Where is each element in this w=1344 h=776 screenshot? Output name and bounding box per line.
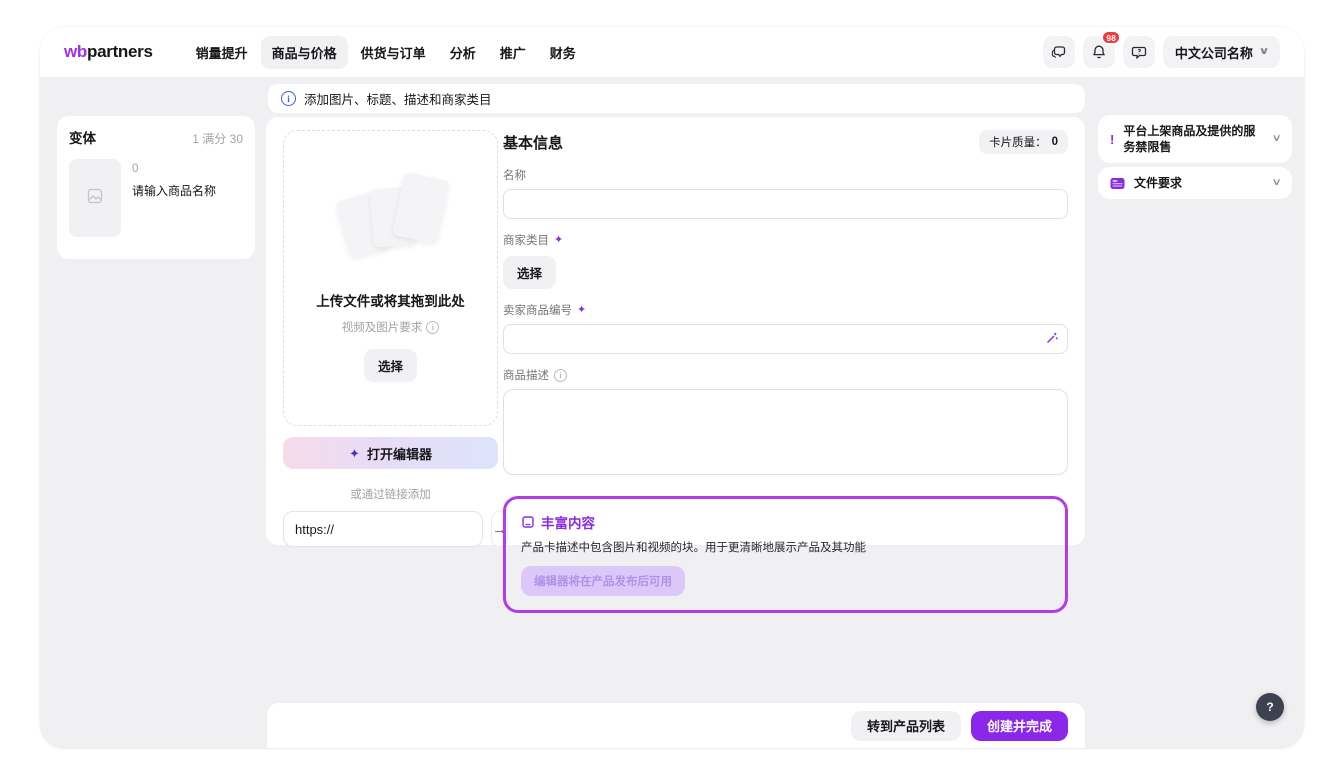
chats-button[interactable] xyxy=(1043,36,1075,68)
alert-icon: ! xyxy=(1110,132,1114,147)
form-header: 基本信息 卡片质量： 0 xyxy=(503,130,1068,154)
nav-item-sales-boost[interactable]: 销量提升 xyxy=(185,36,259,69)
category-field-label: 商家类目 ✦ xyxy=(503,232,1068,248)
bell-icon xyxy=(1091,44,1107,60)
form-section-title: 基本信息 xyxy=(503,132,563,153)
cards-illustration xyxy=(336,174,446,264)
variants-header: 变体 1 满分 30 xyxy=(69,127,243,147)
nav-item-supply-and-orders[interactable]: 供货与订单 xyxy=(350,36,437,69)
variant-photo-count: 0 xyxy=(132,163,216,175)
rich-content-header: 丰富内容 xyxy=(521,512,1050,532)
feedback-button[interactable] xyxy=(1123,36,1155,68)
sidebar-item-restricted-goods[interactable]: ! 平台上架商品及提供的服务禁限售 ∨ xyxy=(1098,115,1292,163)
open-editor-button[interactable]: ✦ 打开编辑器 xyxy=(283,437,498,469)
media-requirements-link[interactable]: 视频及图片要求 i xyxy=(342,319,440,335)
notification-badge: 98 xyxy=(1101,30,1120,45)
nav-item-analytics[interactable]: 分析 xyxy=(439,36,487,69)
info-banner: i 添加图片、标题、描述和商家类目 xyxy=(268,84,1085,113)
nav-item-promotion[interactable]: 推广 xyxy=(489,36,537,69)
variant-thumbnail xyxy=(69,159,121,237)
top-navbar: wbpartners 销量提升 商品与价格 供货与订单 分析 推广 财务 xyxy=(40,27,1304,77)
variant-card[interactable]: 0 请输入商品名称 xyxy=(69,159,243,237)
variant-name-placeholder: 请输入商品名称 xyxy=(132,182,216,199)
logo-partners: partners xyxy=(87,42,153,62)
rich-content-title: 丰富内容 xyxy=(541,512,595,532)
sparkles-icon: ✦ xyxy=(349,447,360,460)
media-requirements-label: 视频及图片要求 xyxy=(342,319,423,335)
chevron-down-icon: ∨ xyxy=(1271,134,1281,144)
link-url-input[interactable] xyxy=(283,511,483,547)
rich-content-section: 丰富内容 产品卡描述中包含图片和视频的块。用于更清晰地展示产品及其功能 编辑器将… xyxy=(503,496,1068,613)
notifications-button[interactable]: 98 xyxy=(1083,36,1115,68)
action-footer: 转到产品列表 创建并完成 xyxy=(267,703,1085,748)
product-name-input[interactable] xyxy=(503,189,1068,219)
ai-spark-icon: ✦ xyxy=(554,235,563,246)
chevron-down-icon: ∨ xyxy=(1258,47,1269,57)
info-circle-icon: i xyxy=(426,321,439,334)
nav-item-goods-and-prices[interactable]: 商品与价格 xyxy=(261,36,348,69)
sku-input-wrap xyxy=(503,318,1068,354)
file-dropzone[interactable]: 上传文件或将其拖到此处 视频及图片要求 i 选择 xyxy=(283,130,498,426)
product-editor-card: 上传文件或将其拖到此处 视频及图片要求 i 选择 ✦ 打开编辑器 或通过链接添加… xyxy=(266,117,1085,545)
sidebar-restricted-goods-label: 平台上架商品及提供的服务禁限售 xyxy=(1123,123,1263,155)
ai-spark-icon-2: ✦ xyxy=(577,305,586,316)
app-window: wbpartners 销量提升 商品与价格 供货与订单 分析 推广 财务 xyxy=(40,27,1304,748)
document-icon xyxy=(1110,177,1125,190)
card-quality-value: 0 xyxy=(1052,136,1058,148)
info-icon: i xyxy=(281,91,296,106)
variant-meta: 0 请输入商品名称 xyxy=(132,159,216,237)
rich-content-icon xyxy=(521,515,535,529)
product-description-textarea[interactable] xyxy=(503,389,1068,475)
create-and-finish-button[interactable]: 创建并完成 xyxy=(971,711,1068,741)
dropzone-title: 上传文件或将其拖到此处 xyxy=(316,290,465,310)
sidebar-item-file-requirements[interactable]: 文件要求 ∨ xyxy=(1098,167,1292,199)
wbpartners-logo[interactable]: wbpartners xyxy=(64,42,153,62)
sidebar-file-requirements-label: 文件要求 xyxy=(1134,175,1264,191)
variants-panel: 变体 1 满分 30 0 请输入商品名称 xyxy=(57,116,255,259)
logo-wb: wb xyxy=(64,42,87,62)
go-to-product-list-button[interactable]: 转到产品列表 xyxy=(851,711,961,741)
card-quality-label: 卡片质量： xyxy=(989,134,1047,150)
help-button[interactable]: ? xyxy=(1256,693,1284,721)
nav-item-finance[interactable]: 财务 xyxy=(539,36,587,69)
or-add-by-link-label: 或通过链接添加 xyxy=(283,486,498,502)
company-selector[interactable]: 中文公司名称 ∨ xyxy=(1163,36,1280,68)
chats-icon xyxy=(1051,44,1067,60)
name-field-label: 名称 xyxy=(503,167,1068,183)
description-info-icon[interactable]: i xyxy=(554,369,567,382)
link-add-row: → xyxy=(283,511,498,547)
variants-counter: 1 满分 30 xyxy=(192,130,243,147)
rich-content-description: 产品卡描述中包含图片和视频的块。用于更清晰地展示产品及其功能 xyxy=(521,539,1050,555)
media-upload-column: 上传文件或将其拖到此处 视频及图片要求 i 选择 ✦ 打开编辑器 或通过链接添加… xyxy=(283,130,498,547)
company-name: 中文公司名称 xyxy=(1175,43,1253,62)
sku-field-label: 卖家商品编号 ✦ xyxy=(503,302,1068,318)
basic-info-form: 基本信息 卡片质量： 0 名称 商家类目 ✦ 选择 卖家商品编号 ✦ xyxy=(503,130,1068,613)
main-nav: 销量提升 商品与价格 供货与订单 分析 推广 财务 xyxy=(185,36,587,69)
feedback-bubble-icon xyxy=(1131,44,1147,60)
magic-wand-icon[interactable] xyxy=(1045,331,1059,350)
description-field-label: 商品描述 i xyxy=(503,367,1068,383)
seller-sku-input[interactable] xyxy=(503,324,1068,354)
header-actions: 98 中文公司名称 ∨ xyxy=(1043,36,1280,68)
card-quality-badge: 卡片质量： 0 xyxy=(979,130,1068,154)
category-select-button[interactable]: 选择 xyxy=(503,256,556,289)
choose-files-button[interactable]: 选择 xyxy=(364,349,417,382)
rich-content-disabled-button: 编辑器将在产品发布后可用 xyxy=(521,566,685,596)
variants-title: 变体 xyxy=(69,127,96,147)
open-editor-label: 打开编辑器 xyxy=(367,444,432,463)
chevron-down-icon: ∨ xyxy=(1271,178,1281,188)
info-banner-text: 添加图片、标题、描述和商家类目 xyxy=(304,89,492,108)
image-placeholder-icon xyxy=(86,187,104,210)
